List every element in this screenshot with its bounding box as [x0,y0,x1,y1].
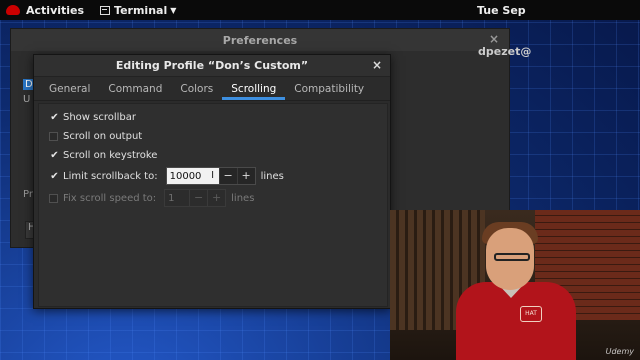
close-icon[interactable]: × [372,58,382,72]
checkbox-unchecked-icon[interactable] [49,193,58,203]
tab-compatibility[interactable]: Compatibility [285,83,373,100]
tab-bar: General Command Colors Scrolling Compati… [34,77,390,101]
tab-command[interactable]: Command [99,83,171,100]
app-menu-terminal[interactable]: Terminal ▼ [100,4,176,17]
increment-button[interactable]: + [236,168,255,184]
terminal-icon [100,5,111,15]
chevron-down-icon: ▼ [170,5,177,15]
scroll-speed-unit-label: lines [231,192,255,204]
dialog-title: Editing Profile “Don’s Custom” [115,59,309,72]
presenter-shirt [456,282,576,360]
top-bar: Activities Terminal ▼ Tue Sep [0,0,640,20]
fix-scroll-speed-option[interactable]: Fix scroll speed to: 1 − + lines [49,189,254,207]
limit-scrollback-label: Limit scrollback to: [63,170,158,182]
checkmark-icon[interactable]: ✔ [49,112,60,123]
edit-profile-dialog: Editing Profile “Don’s Custom” × General… [33,54,391,309]
shirt-logo: HAT [520,306,542,322]
scroll-on-output-option[interactable]: Scroll on output [49,131,142,142]
preferences-title: Preferences [222,33,298,47]
scrollback-spinbutton[interactable]: I − + [165,167,256,185]
show-scrollbar-option[interactable]: ✔ Show scrollbar [49,112,136,123]
clock[interactable]: Tue Sep [477,4,526,17]
decrement-button[interactable]: − [218,168,237,184]
preferences-titlebar: Preferences × [11,29,509,51]
app-menu-label: Terminal [114,3,168,17]
close-icon[interactable]: × [489,32,499,46]
activities-button[interactable]: Activities [26,4,84,17]
scrollback-unit-label: lines [260,170,284,182]
increment-button: + [207,190,225,206]
checkbox-unchecked-icon[interactable] [49,132,58,141]
fix-scroll-speed-label: Fix scroll speed to: [63,192,157,204]
tab-scrolling[interactable]: Scrolling [222,83,286,100]
decrement-button: − [189,190,207,206]
checkmark-icon[interactable]: ✔ [49,150,60,161]
redhat-logo-icon [6,5,20,15]
scroll-speed-spinbutton: 1 − + [164,189,227,207]
tab-general[interactable]: General [40,83,99,100]
scroll-on-keystroke-option[interactable]: ✔ Scroll on keystroke [49,150,157,161]
checkmark-icon[interactable]: ✔ [49,171,60,182]
presenter-glasses [494,253,530,261]
scroll-on-keystroke-label: Scroll on keystroke [63,150,158,161]
show-scrollbar-label: Show scrollbar [63,112,137,123]
presenter-webcam: HAT Udemy [390,210,640,360]
scrollback-input[interactable] [166,168,207,184]
limit-scrollback-option[interactable]: ✔ Limit scrollback to: I − + lines [49,167,284,185]
tab-colors[interactable]: Colors [171,83,222,100]
scroll-on-output-label: Scroll on output [63,131,143,142]
scrolling-panel: ✔ Show scrollbar Scroll on output ✔ Scro… [38,103,388,307]
preferences-bottom-label: Pr [23,189,33,200]
udemy-watermark: Udemy [605,347,634,356]
terminal-user-label: dpezet@ [478,45,532,58]
text-cursor-icon: I [206,168,219,184]
scroll-speed-value: 1 [168,192,175,204]
dialog-titlebar: Editing Profile “Don’s Custom” × [34,55,390,77]
